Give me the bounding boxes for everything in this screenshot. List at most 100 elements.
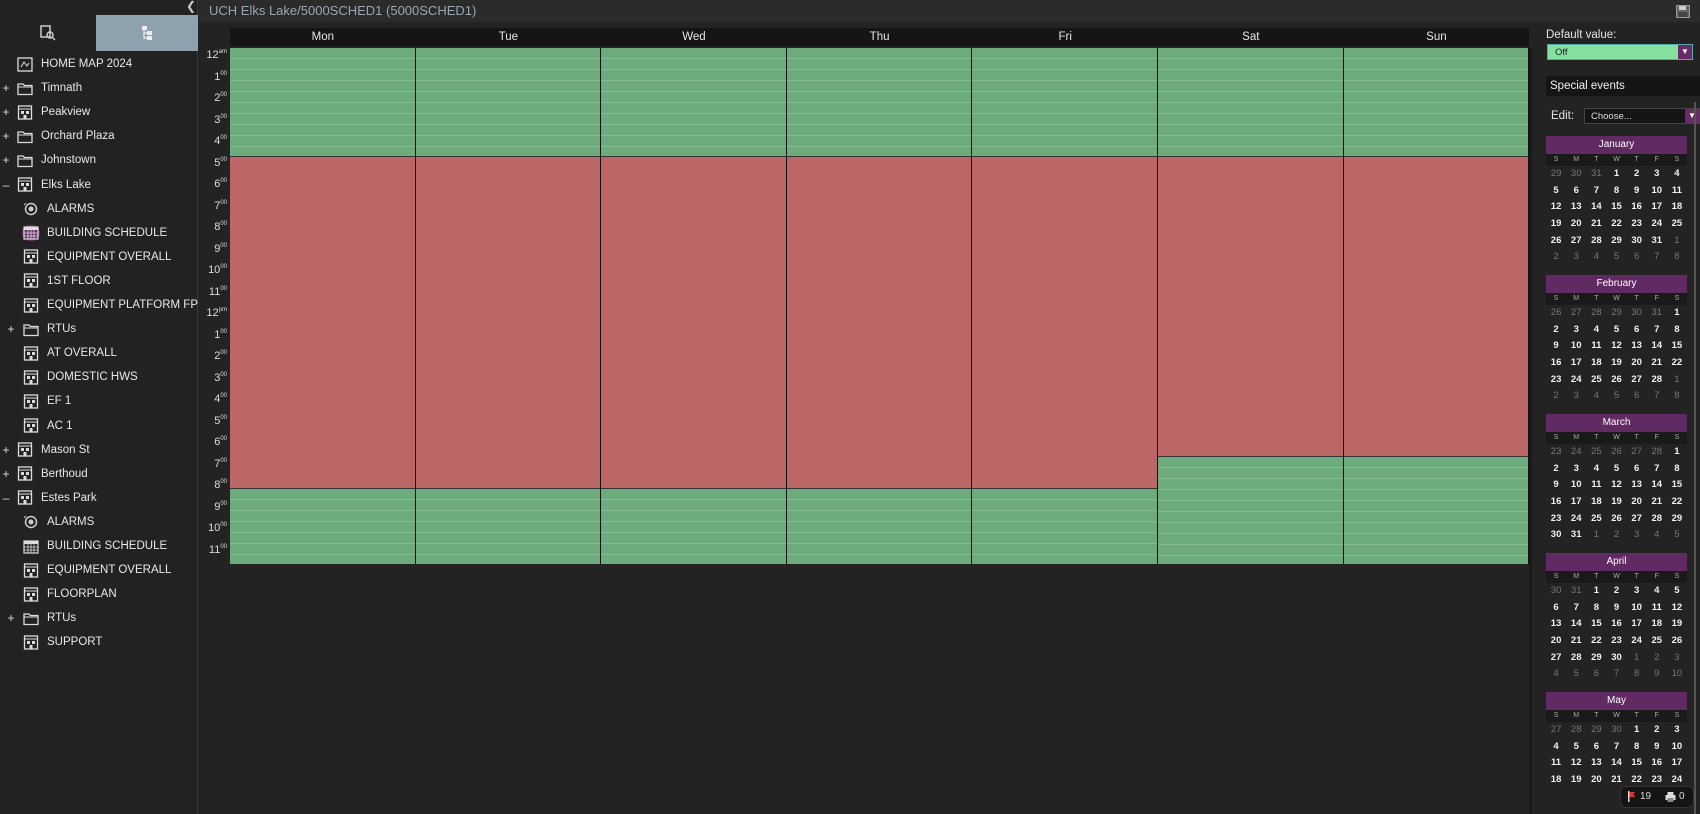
calendar-day[interactable]: 7 xyxy=(1647,322,1667,339)
calendar-day[interactable]: 30 xyxy=(1627,305,1647,322)
calendar-day[interactable]: 4 xyxy=(1647,583,1667,600)
calendar-day[interactable]: 2 xyxy=(1546,322,1566,339)
calendar-day[interactable]: 28 xyxy=(1566,722,1586,739)
calendar-day[interactable]: 27 xyxy=(1627,444,1647,461)
calendar-day[interactable]: 28 xyxy=(1586,305,1606,322)
calendar-day[interactable]: 1 xyxy=(1667,444,1687,461)
calendar-day[interactable]: 2 xyxy=(1546,461,1566,478)
alarm-count[interactable]: 19 xyxy=(1627,791,1651,802)
calendar-day[interactable]: 22 xyxy=(1667,355,1687,372)
tree-item[interactable]: + RTUs xyxy=(7,318,76,340)
calendar-day[interactable]: 21 xyxy=(1586,216,1606,233)
occupied-block[interactable] xyxy=(601,155,786,489)
tree-item[interactable]: ALARMS xyxy=(22,511,94,533)
unoccupied-block[interactable] xyxy=(601,488,786,564)
calendar-day[interactable]: 4 xyxy=(1546,666,1566,683)
day-column-mon[interactable] xyxy=(230,48,416,564)
calendar-day[interactable]: 26 xyxy=(1546,305,1566,322)
calendar-day[interactable]: 30 xyxy=(1606,722,1626,739)
calendar-day[interactable]: 29 xyxy=(1586,722,1606,739)
calendar-day[interactable]: 11 xyxy=(1586,477,1606,494)
calendar-day[interactable]: 28 xyxy=(1586,233,1606,250)
calendar-day[interactable]: 14 xyxy=(1647,338,1667,355)
calendar-day[interactable]: 31 xyxy=(1566,527,1586,544)
calendar-day[interactable]: 9 xyxy=(1606,600,1626,617)
calendar-day[interactable]: 3 xyxy=(1667,722,1687,739)
calendar-day[interactable]: 27 xyxy=(1627,372,1647,389)
calendar-day[interactable]: 29 xyxy=(1667,511,1687,528)
edit-select[interactable]: Choose... ▼ xyxy=(1584,108,1700,124)
calendar-day[interactable]: 15 xyxy=(1586,616,1606,633)
calendar-day[interactable]: 25 xyxy=(1586,444,1606,461)
calendar-day[interactable]: 4 xyxy=(1586,388,1606,405)
tab-tree[interactable] xyxy=(96,15,198,51)
calendar-day[interactable]: 2 xyxy=(1606,583,1626,600)
tree-item[interactable]: + Timnath xyxy=(2,77,82,99)
calendar-day[interactable]: 9 xyxy=(1627,183,1647,200)
calendar-day[interactable]: 9 xyxy=(1647,739,1667,756)
calendar-day[interactable]: 14 xyxy=(1647,477,1667,494)
calendar-day[interactable]: 5 xyxy=(1566,666,1586,683)
day-column-sun[interactable] xyxy=(1343,48,1530,564)
calendar-day[interactable]: 18 xyxy=(1667,199,1687,216)
calendar-day[interactable]: 18 xyxy=(1546,772,1566,789)
schedule-scrollbar[interactable] xyxy=(1529,48,1532,814)
unoccupied-block[interactable] xyxy=(1158,48,1343,156)
calendar-day[interactable]: 15 xyxy=(1667,477,1687,494)
calendar-day[interactable]: 5 xyxy=(1667,527,1687,544)
calendar-day[interactable]: 31 xyxy=(1647,305,1667,322)
calendar-day[interactable]: 1 xyxy=(1667,233,1687,250)
calendar-day[interactable]: 10 xyxy=(1667,739,1687,756)
calendar-day[interactable]: 11 xyxy=(1586,338,1606,355)
day-header-sun[interactable]: Sun xyxy=(1344,28,1530,46)
calendar-day[interactable]: 7 xyxy=(1606,666,1626,683)
calendar-day[interactable]: 7 xyxy=(1606,739,1626,756)
occupied-block[interactable] xyxy=(786,155,972,489)
calendar-day[interactable]: 9 xyxy=(1546,477,1566,494)
calendar-day[interactable]: 23 xyxy=(1627,216,1647,233)
calendar-day[interactable]: 18 xyxy=(1647,616,1667,633)
calendar-day[interactable]: 10 xyxy=(1667,666,1687,683)
calendar-day[interactable]: 18 xyxy=(1586,355,1606,372)
tree-item[interactable]: – Estes Park xyxy=(3,487,97,509)
calendar-day[interactable]: 3 xyxy=(1566,322,1586,339)
panel-scrollbar[interactable] xyxy=(1692,102,1698,814)
tab-search[interactable] xyxy=(0,15,96,51)
tree-item[interactable]: EQUIPMENT OVERALL xyxy=(22,246,171,268)
unoccupied-block[interactable] xyxy=(415,48,601,156)
calendar-day[interactable]: 1 xyxy=(1586,527,1606,544)
calendar-day[interactable]: 1 xyxy=(1627,650,1647,667)
chevron-down-icon[interactable]: ▼ xyxy=(1678,45,1692,59)
calendar-day[interactable]: 8 xyxy=(1586,600,1606,617)
calendar-day[interactable]: 25 xyxy=(1647,633,1667,650)
calendar-day[interactable]: 28 xyxy=(1647,444,1667,461)
calendar-day[interactable]: 22 xyxy=(1606,216,1626,233)
calendar-day[interactable]: 30 xyxy=(1566,166,1586,183)
occupied-block[interactable] xyxy=(1343,155,1529,457)
calendar-day[interactable]: 4 xyxy=(1586,461,1606,478)
calendar-day[interactable]: 30 xyxy=(1627,233,1647,250)
day-column-wed[interactable] xyxy=(601,48,787,564)
unoccupied-block[interactable] xyxy=(230,488,415,564)
calendar-day[interactable]: 26 xyxy=(1546,233,1566,250)
expand-icon[interactable]: + xyxy=(1,105,11,119)
expand-icon[interactable]: + xyxy=(6,611,16,625)
day-column-thu[interactable] xyxy=(786,48,973,564)
tree-item[interactable]: + Johnstown xyxy=(2,149,96,171)
calendar-day[interactable]: 23 xyxy=(1606,633,1626,650)
tree-item[interactable]: EF 1 xyxy=(22,390,71,412)
calendar-day[interactable]: 3 xyxy=(1667,650,1687,667)
calendar-day[interactable]: 1 xyxy=(1606,166,1626,183)
calendar-day[interactable]: 5 xyxy=(1606,249,1626,266)
calendar-day[interactable]: 1 xyxy=(1667,372,1687,389)
calendar-day[interactable]: 8 xyxy=(1667,322,1687,339)
unoccupied-block[interactable] xyxy=(415,488,601,564)
calendar-day[interactable]: 21 xyxy=(1566,633,1586,650)
tree-item[interactable]: + Peakview xyxy=(2,101,90,123)
calendar-day[interactable]: 20 xyxy=(1566,216,1586,233)
calendar-day[interactable]: 29 xyxy=(1606,305,1626,322)
calendar-day[interactable]: 18 xyxy=(1586,494,1606,511)
tree-item[interactable]: ALARMS xyxy=(22,198,94,220)
calendar-day[interactable]: 12 xyxy=(1606,338,1626,355)
calendar-day[interactable]: 13 xyxy=(1627,477,1647,494)
